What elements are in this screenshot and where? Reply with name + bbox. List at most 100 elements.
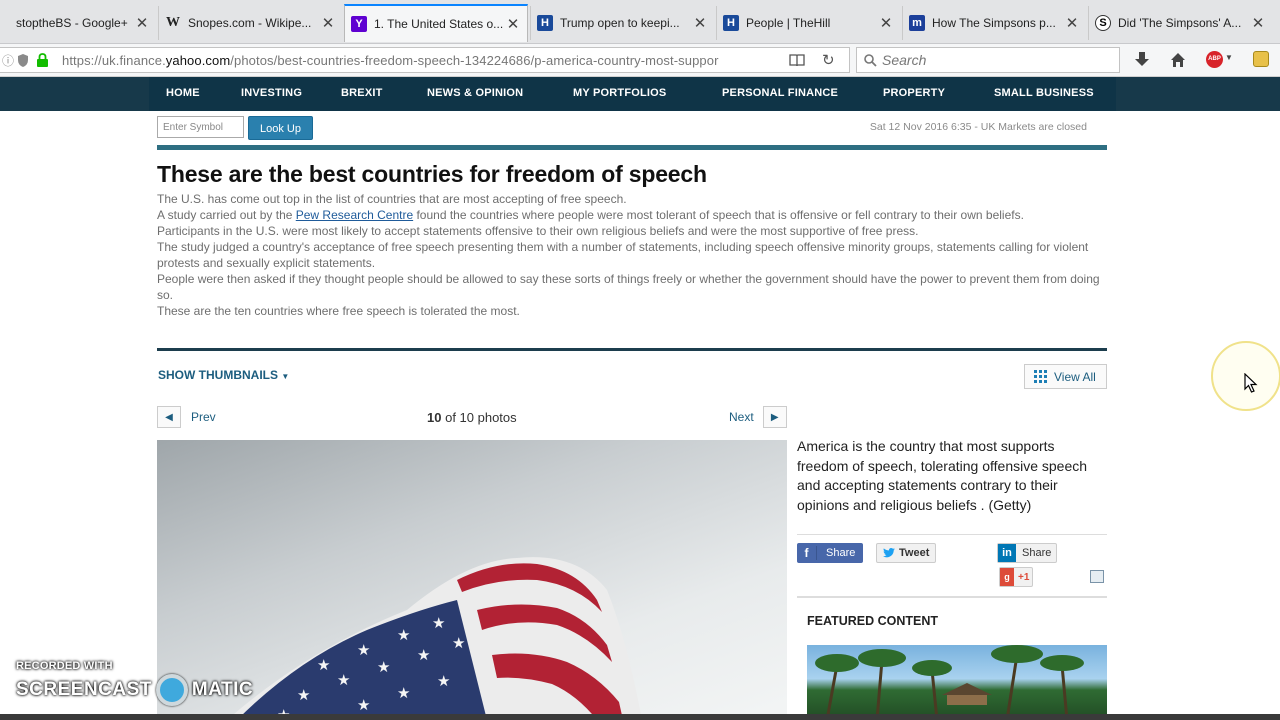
reader-view-icon[interactable]	[789, 54, 805, 67]
linkedin-icon: in	[998, 544, 1016, 562]
url-text: https://uk.finance.yahoo.com/photos/best…	[62, 53, 719, 68]
nav-item-home[interactable]: HOME	[166, 87, 200, 99]
thehill-favicon-icon: H	[723, 15, 739, 31]
print-icon[interactable]	[1090, 570, 1104, 583]
nav-item-my-portfolios[interactable]: MY PORTFOLIOS	[573, 87, 666, 99]
close-tab-icon[interactable]: ✕	[320, 14, 336, 32]
facebook-icon: f	[797, 546, 817, 560]
svg-text:★: ★	[397, 684, 410, 702]
home-icon[interactable]	[1170, 52, 1186, 68]
svg-text:★: ★	[337, 671, 350, 689]
view-all-button[interactable]: View All	[1024, 364, 1107, 389]
site-navigation: HOME INVESTING BREXIT NEWS & OPINION MY …	[0, 77, 1280, 111]
svg-text:★: ★	[317, 656, 330, 674]
wikipedia-favicon-icon: W	[166, 15, 180, 30]
extension-icon[interactable]	[1253, 51, 1269, 67]
browser-navigation-bar: ⓘ https://uk.finance.yahoo.com/photos/be…	[0, 44, 1280, 77]
chevron-down-icon[interactable]: ▼	[1225, 53, 1233, 62]
googleplus-button[interactable]: g +1	[999, 567, 1033, 587]
featured-divider	[797, 596, 1107, 598]
watermark-logo-text: SCREENCAST MATIC	[16, 674, 253, 706]
mashable-favicon-icon: m	[909, 15, 925, 31]
arrow-left-icon: ◀	[157, 406, 181, 428]
article-paragraph: Participants in the U.S. were most likel…	[157, 224, 919, 238]
lookup-button[interactable]: Look Up	[248, 116, 313, 140]
tab-title: How The Simpsons p...	[932, 16, 1056, 30]
googleplus-favicon-icon	[0, 15, 9, 31]
browser-tab[interactable]: S Did 'The Simpsons' A... ✕	[1088, 6, 1272, 40]
palm-trees-image	[815, 645, 1084, 720]
url-bar[interactable]: ⓘ https://uk.finance.yahoo.com/photos/be…	[0, 47, 850, 73]
close-tab-icon[interactable]: ✕	[505, 15, 521, 33]
nav-item-property[interactable]: PROPERTY	[883, 87, 945, 99]
caption-divider	[797, 534, 1107, 535]
symbol-input[interactable]: Enter Symbol	[157, 116, 244, 138]
caret-down-icon: ▼	[281, 372, 290, 381]
tab-title: Did 'The Simpsons' A...	[1118, 16, 1242, 30]
nav-item-personal-finance[interactable]: PERSONAL FINANCE	[722, 87, 838, 99]
market-status: Sat 12 Nov 2016 6:35 - UK Markets are cl…	[869, 121, 1087, 133]
tab-title: stoptheBS - Google+	[16, 16, 128, 30]
featured-content-heading: FEATURED CONTENT	[807, 614, 939, 628]
nav-item-small-business[interactable]: SMALL BUSINESS	[994, 87, 1094, 99]
browser-tab[interactable]: stoptheBS - Google+ ✕	[0, 6, 156, 40]
close-tab-icon[interactable]: ✕	[1250, 14, 1266, 32]
twitter-icon	[883, 548, 895, 558]
yahoo-favicon-icon: Y	[351, 16, 367, 32]
browser-tab[interactable]: m How The Simpsons p... ✕	[902, 6, 1086, 40]
nav-item-brexit[interactable]: BREXIT	[341, 87, 383, 99]
browser-tab-bar: stoptheBS - Google+ ✕ W Snopes.com - Wik…	[0, 0, 1280, 44]
pew-research-link[interactable]: Pew Research Centre	[296, 208, 413, 222]
thehill-favicon-icon: H	[537, 15, 553, 31]
browser-tab-active[interactable]: Y 1. The United States o... ✕	[344, 4, 528, 42]
close-tab-icon[interactable]: ✕	[134, 14, 150, 32]
facebook-share-button[interactable]: f Share	[797, 543, 863, 563]
nav-item-news-opinion[interactable]: NEWS & OPINION	[427, 87, 523, 99]
svg-text:★: ★	[357, 641, 370, 659]
article-headline: These are the best countries for freedom…	[157, 161, 707, 187]
tab-title: 1. The United States o...	[374, 17, 504, 31]
browser-tab[interactable]: W Snopes.com - Wikipe... ✕	[158, 6, 342, 40]
svg-text:★: ★	[357, 696, 370, 714]
nav-item-investing[interactable]: INVESTING	[241, 87, 302, 99]
header-divider	[157, 145, 1107, 150]
symbol-lookup-row: Enter Symbol Look Up Sat 12 Nov 2016 6:3…	[157, 116, 1107, 146]
show-thumbnails-toggle[interactable]: SHOW THUMBNAILS ▼	[158, 368, 289, 382]
info-icon[interactable]: ⓘ	[2, 52, 14, 69]
gallery-divider	[157, 348, 1107, 351]
close-tab-icon[interactable]: ✕	[878, 14, 894, 32]
prev-button[interactable]: ◀ Prev	[157, 406, 216, 428]
svg-text:★: ★	[377, 658, 390, 676]
adblock-icon[interactable]: ABP	[1206, 51, 1223, 68]
mouse-pointer-icon	[1244, 373, 1258, 393]
featured-content-image[interactable]	[807, 645, 1107, 720]
googleplus-icon: g	[1000, 568, 1014, 586]
svg-text:★: ★	[417, 646, 430, 664]
shield-icon[interactable]	[18, 54, 28, 67]
article-paragraph: These are the ten countries where free s…	[157, 304, 520, 318]
screen-bottom-bar	[0, 714, 1280, 720]
arrow-right-icon: ▶	[762, 406, 787, 428]
browser-tab[interactable]: H Trump open to keepi... ✕	[530, 6, 714, 40]
download-icon[interactable]	[1134, 52, 1150, 68]
search-bar[interactable]: Search	[856, 47, 1120, 73]
tab-title: Snopes.com - Wikipe...	[188, 16, 312, 30]
photo-counter: 10 of 10 photos	[427, 410, 517, 425]
svg-text:★: ★	[452, 634, 465, 652]
article-paragraph: A study carried out by the Pew Research …	[157, 208, 1024, 222]
reload-icon[interactable]: ↻	[822, 51, 835, 69]
close-tab-icon[interactable]: ✕	[692, 14, 708, 32]
screencast-watermark: RECORDED WITH SCREENCAST MATIC	[16, 660, 253, 706]
browser-tab[interactable]: H People | TheHill ✕	[716, 6, 900, 40]
close-tab-icon[interactable]: ✕	[1064, 14, 1080, 32]
next-button[interactable]: Next ▶	[729, 406, 787, 428]
tweet-button[interactable]: Tweet	[876, 543, 936, 563]
photo-caption: America is the country that most support…	[797, 438, 1088, 513]
svg-text:★: ★	[397, 626, 410, 644]
article-paragraph: People were then asked if they thought p…	[157, 272, 1100, 302]
tab-title: People | TheHill	[746, 16, 831, 30]
article-paragraph: The study judged a country's acceptance …	[157, 240, 1089, 270]
lock-icon[interactable]	[37, 53, 48, 67]
grid-icon	[1034, 370, 1047, 383]
linkedin-share-button[interactable]: in Share	[997, 543, 1057, 563]
